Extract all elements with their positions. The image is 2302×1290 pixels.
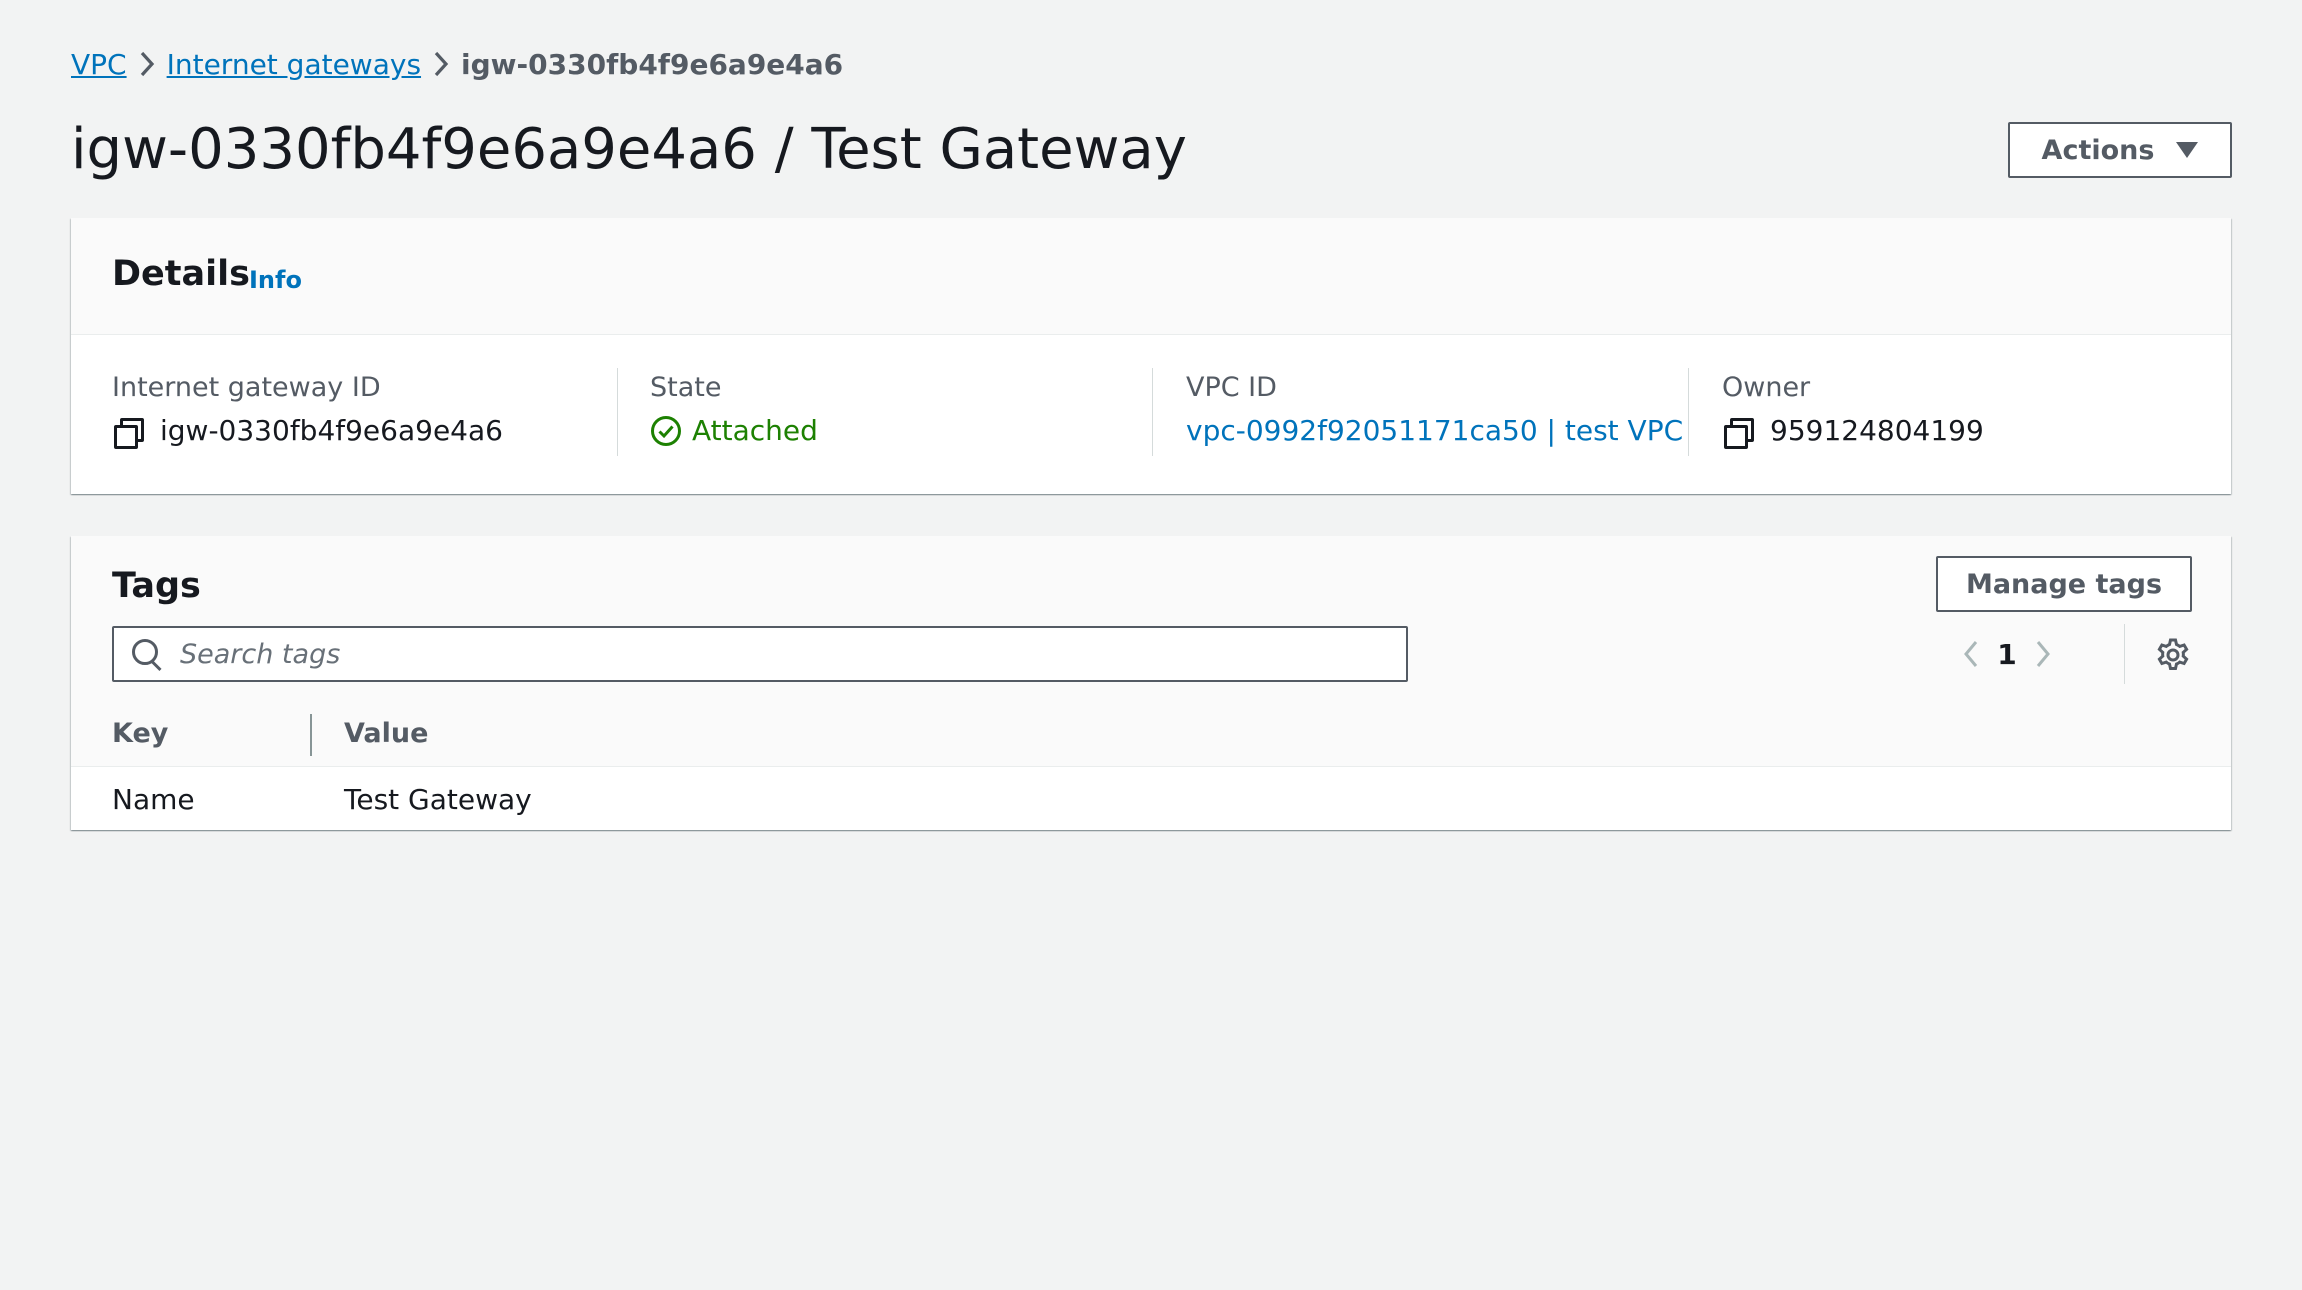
details-panel: Details Info Internet gateway ID igw-033… [71, 218, 2231, 494]
table-header: Key Value [71, 704, 2231, 767]
tag-key: Name [112, 783, 195, 816]
caret-down-icon [2176, 142, 2199, 158]
chevron-right-icon [127, 50, 167, 78]
detail-label: State [650, 372, 722, 403]
check-circle-icon [650, 415, 682, 447]
vpc-id-link[interactable]: vpc-0992f92051171ca50 | test VPC [1186, 414, 1683, 447]
actions-button-label: Actions [2041, 134, 2155, 166]
tag-value: Test Gateway [344, 783, 532, 816]
breadcrumb: VPC Internet gateways igw-0330fb4f9e6a9e… [71, 44, 843, 84]
details-header: Details Info [71, 218, 2231, 335]
breadcrumb-current: igw-0330fb4f9e6a9e4a6 [461, 47, 844, 81]
column-resizer[interactable] [310, 714, 312, 756]
detail-value: vpc-0992f92051171ca50 | test VPC [1186, 414, 1683, 447]
copy-icon[interactable] [112, 416, 144, 449]
search-icon [130, 637, 164, 672]
chevron-right-icon [421, 50, 461, 78]
column-divider [1152, 368, 1153, 456]
search-tags-input[interactable] [178, 637, 1406, 671]
owner-value: 959124804199 [1770, 414, 1984, 447]
detail-value: 959124804199 [1722, 414, 1984, 449]
column-header-value[interactable]: Value [344, 718, 428, 749]
detail-label: VPC ID [1186, 372, 1277, 403]
copy-icon[interactable] [1722, 416, 1754, 449]
detail-label: Owner [1722, 372, 1811, 403]
column-divider [1688, 368, 1689, 456]
page-number[interactable]: 1 [1991, 638, 2023, 671]
details-title: Details [112, 254, 250, 294]
pagination: 1 [1951, 628, 2063, 680]
detail-label: Internet gateway ID [112, 372, 381, 403]
gateway-id-value: igw-0330fb4f9e6a9e4a6 [160, 414, 503, 447]
chevron-left-icon[interactable] [1951, 629, 1991, 679]
details-info-link[interactable]: Info [249, 266, 302, 294]
gear-icon[interactable] [2154, 636, 2192, 674]
tags-header: Tags Manage tags 1 [71, 536, 2231, 705]
tags-panel: Tags Manage tags 1 Key [71, 536, 2231, 830]
manage-tags-button[interactable]: Manage tags [1936, 556, 2192, 612]
actions-button[interactable]: Actions [2008, 122, 2232, 178]
column-header-key[interactable]: Key [112, 718, 168, 749]
detail-value: igw-0330fb4f9e6a9e4a6 [112, 414, 503, 449]
tags-title: Tags [112, 566, 201, 606]
breadcrumb-link-vpc[interactable]: VPC [71, 48, 127, 81]
breadcrumb-link-internet-gateways[interactable]: Internet gateways [167, 48, 421, 81]
page-title: igw-0330fb4f9e6a9e4a6 / Test Gateway [71, 117, 1187, 182]
search-tags-field[interactable] [112, 626, 1408, 682]
detail-value: Attached [650, 414, 818, 447]
table-row: Name Test Gateway [71, 767, 2231, 830]
state-value: Attached [692, 414, 818, 447]
pagination-divider [2124, 624, 2125, 684]
column-divider [617, 368, 618, 456]
chevron-right-icon[interactable] [2023, 629, 2063, 679]
